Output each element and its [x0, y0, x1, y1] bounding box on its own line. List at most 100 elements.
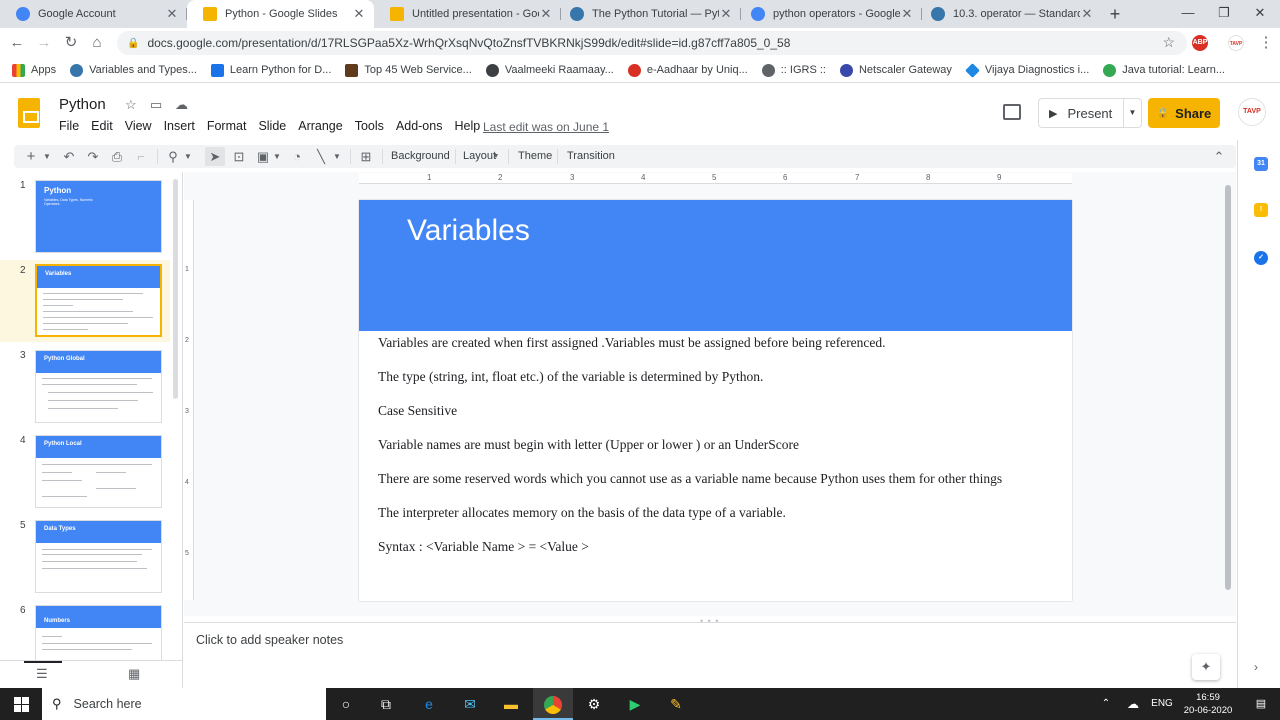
new-slide-dropdown-icon[interactable]: ▼ [42, 147, 52, 166]
close-tab-icon[interactable]: ✕ [165, 6, 179, 22]
menu-tools[interactable]: Tools [355, 119, 384, 133]
cortana-icon[interactable]: ○ [336, 694, 356, 714]
onedrive-cloud-icon[interactable]: ☁ [1124, 688, 1142, 720]
undo-icon[interactable]: ↶ [60, 147, 78, 166]
chrome-menu-icon[interactable]: ⋮ [1256, 33, 1276, 53]
chrome-icon[interactable] [533, 688, 573, 720]
menu-addons[interactable]: Add-ons [396, 119, 443, 133]
slide-thumbnail[interactable]: Python Local [35, 435, 162, 508]
menu-format[interactable]: Format [207, 119, 247, 133]
move-folder-icon[interactable]: ▭ [150, 97, 162, 113]
present-dropdown-icon[interactable]: ▼ [1123, 99, 1141, 127]
shape-icon[interactable]: ◔ [288, 147, 306, 166]
browser-tab[interactable]: The Python Tutorial — Pytho ✕ [554, 0, 741, 28]
task-view-icon[interactable]: ⧉ [376, 694, 396, 714]
notepad-icon[interactable]: ✎ [666, 694, 686, 714]
reload-icon[interactable]: ↻ [61, 33, 81, 53]
notification-icon[interactable]: ▤ [1250, 688, 1272, 720]
add-comment-icon[interactable]: ⊞ [357, 147, 375, 166]
new-tab-button[interactable]: + [1105, 4, 1125, 24]
new-slide-icon[interactable]: + [22, 147, 40, 166]
image-dropdown-icon[interactable]: ▼ [272, 147, 282, 166]
close-tab-icon[interactable]: ✕ [719, 6, 733, 22]
share-button[interactable]: 🔒 Share [1148, 98, 1220, 128]
star-icon[interactable]: ☆ [125, 97, 137, 113]
windows-start-icon[interactable] [0, 688, 42, 720]
current-slide[interactable]: Variables Variables are created when fir… [359, 200, 1072, 601]
slide-thumbnail[interactable]: Python Global [35, 350, 162, 423]
tavp-extension-icon[interactable]: TAVP [1228, 35, 1244, 51]
explore-icon[interactable]: ✦ [1192, 654, 1220, 680]
theme-button[interactable]: Theme [518, 147, 552, 166]
settings-gear-icon[interactable]: ⚙ [584, 694, 604, 714]
slide-thumbnail[interactable]: Python Variables, Data Types, Numeric Op… [35, 180, 162, 253]
document-title[interactable]: Python [59, 96, 106, 113]
bookmark-item[interactable]: Top 45 Web Service... [345, 63, 472, 77]
close-tab-icon[interactable]: ✕ [1080, 6, 1094, 22]
edge-icon[interactable]: e [419, 694, 439, 714]
account-avatar[interactable]: TAVP [1238, 98, 1266, 126]
bookmark-item[interactable]: Apps [12, 63, 56, 77]
layout-dropdown-icon[interactable]: ▼ [491, 147, 501, 166]
slide-body-textbox[interactable]: Variables are created when first assigne… [378, 333, 1058, 571]
close-tab-icon[interactable]: ✕ [352, 6, 366, 22]
bookmark-item[interactable]: e-Aadhaar by Uniq... [627, 63, 748, 77]
language-indicator[interactable]: ENG [1148, 688, 1176, 720]
select-tool-icon[interactable]: ➤ [205, 147, 225, 166]
close-tab-icon[interactable]: ✕ [900, 6, 914, 22]
mail-icon[interactable]: ✉ [460, 694, 480, 714]
grid-view-icon[interactable]: ▦ [128, 666, 140, 682]
image-icon[interactable]: ▣ [254, 147, 272, 166]
zoom-icon[interactable]: ⚲ [164, 147, 182, 166]
menu-help[interactable]: Help [454, 119, 480, 133]
browser-tab-active[interactable]: Python - Google Slides ✕ [187, 0, 374, 28]
slide-title[interactable]: Variables [407, 214, 530, 248]
present-button[interactable]: ▶ Present ▼ [1038, 98, 1142, 128]
tasks-icon[interactable]: ✓ [1254, 251, 1268, 265]
taskbar-clock[interactable]: 16:59 20-06-2020 [1176, 691, 1240, 717]
file-explorer-icon[interactable]: ▬ [501, 694, 521, 714]
transition-button[interactable]: Transition [567, 147, 615, 166]
adblock-extension-icon[interactable]: ABP [1192, 35, 1208, 51]
menu-arrange[interactable]: Arrange [298, 119, 342, 133]
browser-tab[interactable]: Google Account ✕ [0, 0, 187, 28]
bookmark-item[interactable]: Vaalmeeki Raamaay... [485, 63, 614, 77]
zoom-dropdown-icon[interactable]: ▼ [183, 147, 193, 166]
editor-scrollbar[interactable] [1225, 185, 1231, 590]
redo-icon[interactable]: ↷ [84, 147, 102, 166]
tray-chevron-up-icon[interactable]: ⌃ [1098, 688, 1114, 720]
menu-file[interactable]: File [59, 119, 79, 133]
collapse-chevron-up-icon[interactable]: ⌃ [1210, 147, 1228, 166]
line-icon[interactable]: ╲ [312, 147, 330, 166]
taskbar-search[interactable]: ⚲ Search here [42, 688, 326, 720]
filmstrip-view-icon[interactable]: ☰ [36, 666, 48, 682]
bookmark-item[interactable]: Java tutorial: Learn... [1103, 63, 1225, 77]
menu-insert[interactable]: Insert [164, 119, 195, 133]
menu-edit[interactable]: Edit [91, 119, 113, 133]
text-box-icon[interactable]: ⊡ [230, 147, 248, 166]
background-button[interactable]: Background [391, 147, 450, 166]
bookmark-item[interactable]: Netscaler Gateway [839, 63, 952, 77]
slide-thumbnail[interactable]: Data Types [35, 520, 162, 593]
calendar-icon[interactable]: 31 [1254, 157, 1268, 171]
close-tab-icon[interactable]: ✕ [539, 6, 553, 22]
menu-slide[interactable]: Slide [258, 119, 286, 133]
slide-thumbnail[interactable]: Numbers [35, 605, 162, 660]
bookmark-star-icon[interactable]: ☆ [1162, 34, 1175, 51]
pycharm-icon[interactable]: ▶ [625, 694, 645, 714]
menu-view[interactable]: View [125, 119, 152, 133]
expand-panel-chevron-icon[interactable]: › [1254, 660, 1258, 674]
slide-thumbnail-selected[interactable]: Variables [35, 264, 162, 337]
home-icon[interactable]: ⌂ [87, 33, 107, 53]
speaker-notes-panel[interactable]: Click to add speaker notes [184, 622, 1236, 688]
comment-history-icon[interactable] [1003, 104, 1021, 120]
close-window-icon[interactable]: ✕ [1237, 0, 1280, 28]
browser-tab[interactable]: python operators - Google S ✕ [735, 0, 922, 28]
bookmark-item[interactable]: Variables and Types... [70, 63, 197, 77]
url-bar[interactable]: 🔒 docs.google.com/presentation/d/17RLSGP… [117, 31, 1187, 55]
browser-tab[interactable]: 10.3. operator — Standard o ✕ [915, 0, 1102, 28]
paint-format-icon[interactable]: ⌐ [132, 147, 150, 166]
line-dropdown-icon[interactable]: ▼ [332, 147, 342, 166]
filmstrip-scrollbar[interactable] [173, 179, 178, 399]
back-icon[interactable]: ← [7, 33, 27, 53]
